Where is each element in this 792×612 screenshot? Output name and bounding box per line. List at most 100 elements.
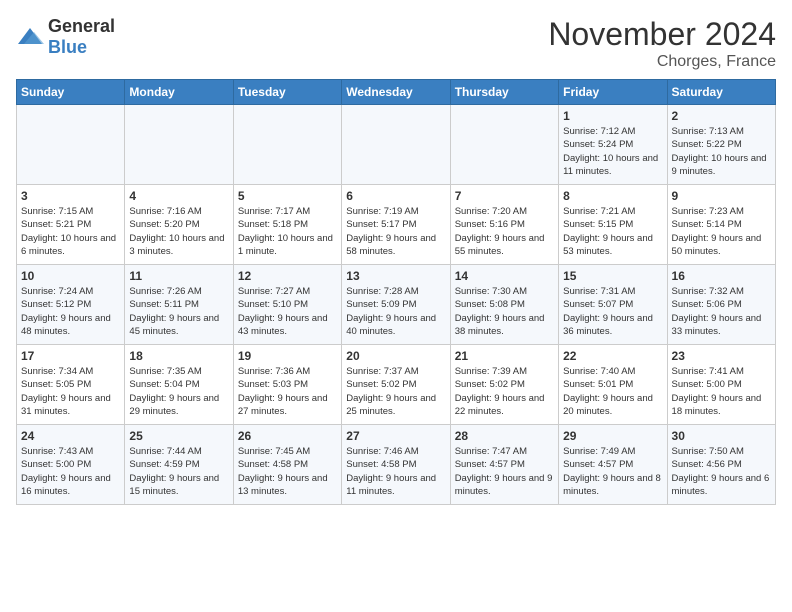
calendar-cell: 26 Sunrise: 7:45 AM Sunset: 4:58 PM Dayli… (233, 425, 341, 505)
calendar-cell (125, 105, 233, 185)
calendar-cell (17, 105, 125, 185)
calendar-cell: 14 Sunrise: 7:30 AM Sunset: 5:08 PM Dayli… (450, 265, 558, 345)
logo-general: General (48, 16, 115, 36)
calendar-cell: 19Sunrise: 7:36 AM Sunset: 5:03 PM Dayli… (233, 345, 341, 425)
weekday-header: Wednesday (342, 80, 450, 105)
day-number: 4 (129, 189, 228, 203)
day-info: Sunrise: 7:23 AM Sunset: 5:14 PM Dayligh… (672, 205, 771, 258)
day-number: 24 (21, 429, 120, 443)
day-number: 25 (129, 429, 228, 443)
calendar-cell: 3 Sunrise: 7:15 AM Sunset: 5:21 PM Daylig… (17, 185, 125, 265)
day-number: 21 (455, 349, 554, 363)
calendar-cell: 15 Sunrise: 7:31 AM Sunset: 5:07 PM Dayli… (559, 265, 667, 345)
calendar-cell: 23 Sunrise: 7:41 AM Sunset: 5:00 PM Dayli… (667, 345, 775, 425)
day-info: Sunrise: 7:24 AM Sunset: 5:12 PM Dayligh… (21, 285, 120, 338)
calendar-cell (342, 105, 450, 185)
day-number: 6 (346, 189, 445, 203)
calendar-cell: 22Sunrise: 7:40 AM Sunset: 5:01 PM Dayli… (559, 345, 667, 425)
day-number: 14 (455, 269, 554, 283)
day-info: Sunrise: 7:19 AM Sunset: 5:17 PM Dayligh… (346, 205, 445, 258)
calendar-cell: 17 Sunrise: 7:34 AM Sunset: 5:05 PM Dayli… (17, 345, 125, 425)
day-info: Sunrise: 7:20 AM Sunset: 5:16 PM Dayligh… (455, 205, 554, 258)
calendar-cell: 8 Sunrise: 7:21 AM Sunset: 5:15 PM Daylig… (559, 185, 667, 265)
day-number: 20 (346, 349, 445, 363)
calendar-cell: 5 Sunrise: 7:17 AM Sunset: 5:18 PM Daylig… (233, 185, 341, 265)
day-number: 9 (672, 189, 771, 203)
calendar-cell: 7 Sunrise: 7:20 AM Sunset: 5:16 PM Daylig… (450, 185, 558, 265)
day-info: Sunrise: 7:43 AM Sunset: 5:00 PM Dayligh… (21, 445, 120, 498)
calendar-week-row: 24 Sunrise: 7:43 AM Sunset: 5:00 PM Dayli… (17, 425, 776, 505)
calendar-cell: 2 Sunrise: 7:13 AM Sunset: 5:22 PM Daylig… (667, 105, 775, 185)
day-info: Sunrise: 7:21 AM Sunset: 5:15 PM Dayligh… (563, 205, 662, 258)
calendar-cell: 20 Sunrise: 7:37 AM Sunset: 5:02 PM Dayli… (342, 345, 450, 425)
calendar-cell: 25 Sunrise: 7:44 AM Sunset: 4:59 PM Dayli… (125, 425, 233, 505)
day-info: Sunrise: 7:31 AM Sunset: 5:07 PM Dayligh… (563, 285, 662, 338)
day-info: Sunrise: 7:41 AM Sunset: 5:00 PM Dayligh… (672, 365, 771, 418)
day-info: Sunrise: 7:12 AM Sunset: 5:24 PM Dayligh… (563, 125, 662, 178)
month-title: November 2024 (548, 16, 776, 53)
day-number: 26 (238, 429, 337, 443)
day-info: Sunrise: 7:30 AM Sunset: 5:08 PM Dayligh… (455, 285, 554, 338)
calendar-cell: 28Sunrise: 7:47 AM Sunset: 4:57 PM Dayli… (450, 425, 558, 505)
day-number: 17 (21, 349, 120, 363)
day-number: 5 (238, 189, 337, 203)
day-info: Sunrise: 7:39 AM Sunset: 5:02 PM Dayligh… (455, 365, 554, 418)
calendar-cell: 11Sunrise: 7:26 AM Sunset: 5:11 PM Dayli… (125, 265, 233, 345)
day-number: 8 (563, 189, 662, 203)
day-info: Sunrise: 7:15 AM Sunset: 5:21 PM Dayligh… (21, 205, 120, 258)
calendar-cell (450, 105, 558, 185)
day-info: Sunrise: 7:37 AM Sunset: 5:02 PM Dayligh… (346, 365, 445, 418)
title-section: November 2024 Chorges, France (548, 16, 776, 71)
day-number: 15 (563, 269, 662, 283)
day-number: 28 (455, 429, 554, 443)
weekday-header: Saturday (667, 80, 775, 105)
logo-icon (16, 26, 44, 48)
day-number: 3 (21, 189, 120, 203)
day-number: 12 (238, 269, 337, 283)
day-info: Sunrise: 7:45 AM Sunset: 4:58 PM Dayligh… (238, 445, 337, 498)
day-info: Sunrise: 7:49 AM Sunset: 4:57 PM Dayligh… (563, 445, 662, 498)
day-info: Sunrise: 7:35 AM Sunset: 5:04 PM Dayligh… (129, 365, 228, 418)
day-number: 10 (21, 269, 120, 283)
day-number: 19 (238, 349, 337, 363)
weekday-header: Tuesday (233, 80, 341, 105)
weekday-header: Friday (559, 80, 667, 105)
calendar-cell: 4 Sunrise: 7:16 AM Sunset: 5:20 PM Daylig… (125, 185, 233, 265)
day-number: 13 (346, 269, 445, 283)
day-info: Sunrise: 7:17 AM Sunset: 5:18 PM Dayligh… (238, 205, 337, 258)
calendar-cell (233, 105, 341, 185)
calendar-cell: 30Sunrise: 7:50 AM Sunset: 4:56 PM Dayli… (667, 425, 775, 505)
calendar-cell: 9 Sunrise: 7:23 AM Sunset: 5:14 PM Daylig… (667, 185, 775, 265)
day-number: 23 (672, 349, 771, 363)
day-number: 2 (672, 109, 771, 123)
day-number: 1 (563, 109, 662, 123)
weekday-header-row: SundayMondayTuesdayWednesdayThursdayFrid… (17, 80, 776, 105)
day-info: Sunrise: 7:46 AM Sunset: 4:58 PM Dayligh… (346, 445, 445, 498)
calendar-cell: 16 Sunrise: 7:32 AM Sunset: 5:06 PM Dayli… (667, 265, 775, 345)
calendar-week-row: 10 Sunrise: 7:24 AM Sunset: 5:12 PM Dayli… (17, 265, 776, 345)
calendar-table: SundayMondayTuesdayWednesdayThursdayFrid… (16, 79, 776, 505)
page-header: General Blue November 2024 Chorges, Fran… (16, 16, 776, 71)
day-info: Sunrise: 7:16 AM Sunset: 5:20 PM Dayligh… (129, 205, 228, 258)
calendar-cell: 29Sunrise: 7:49 AM Sunset: 4:57 PM Dayli… (559, 425, 667, 505)
day-number: 7 (455, 189, 554, 203)
logo: General Blue (16, 16, 115, 58)
calendar-cell: 1 Sunrise: 7:12 AM Sunset: 5:24 PM Daylig… (559, 105, 667, 185)
weekday-header: Sunday (17, 80, 125, 105)
day-number: 16 (672, 269, 771, 283)
day-number: 27 (346, 429, 445, 443)
day-info: Sunrise: 7:40 AM Sunset: 5:01 PM Dayligh… (563, 365, 662, 418)
day-number: 11 (129, 269, 228, 283)
day-info: Sunrise: 7:32 AM Sunset: 5:06 PM Dayligh… (672, 285, 771, 338)
logo-blue: Blue (48, 37, 87, 57)
day-info: Sunrise: 7:44 AM Sunset: 4:59 PM Dayligh… (129, 445, 228, 498)
day-number: 30 (672, 429, 771, 443)
weekday-header: Thursday (450, 80, 558, 105)
calendar-cell: 27 Sunrise: 7:46 AM Sunset: 4:58 PM Dayli… (342, 425, 450, 505)
calendar-week-row: 3 Sunrise: 7:15 AM Sunset: 5:21 PM Daylig… (17, 185, 776, 265)
day-info: Sunrise: 7:34 AM Sunset: 5:05 PM Dayligh… (21, 365, 120, 418)
day-info: Sunrise: 7:27 AM Sunset: 5:10 PM Dayligh… (238, 285, 337, 338)
location-title: Chorges, France (548, 53, 776, 71)
day-info: Sunrise: 7:28 AM Sunset: 5:09 PM Dayligh… (346, 285, 445, 338)
day-info: Sunrise: 7:13 AM Sunset: 5:22 PM Dayligh… (672, 125, 771, 178)
